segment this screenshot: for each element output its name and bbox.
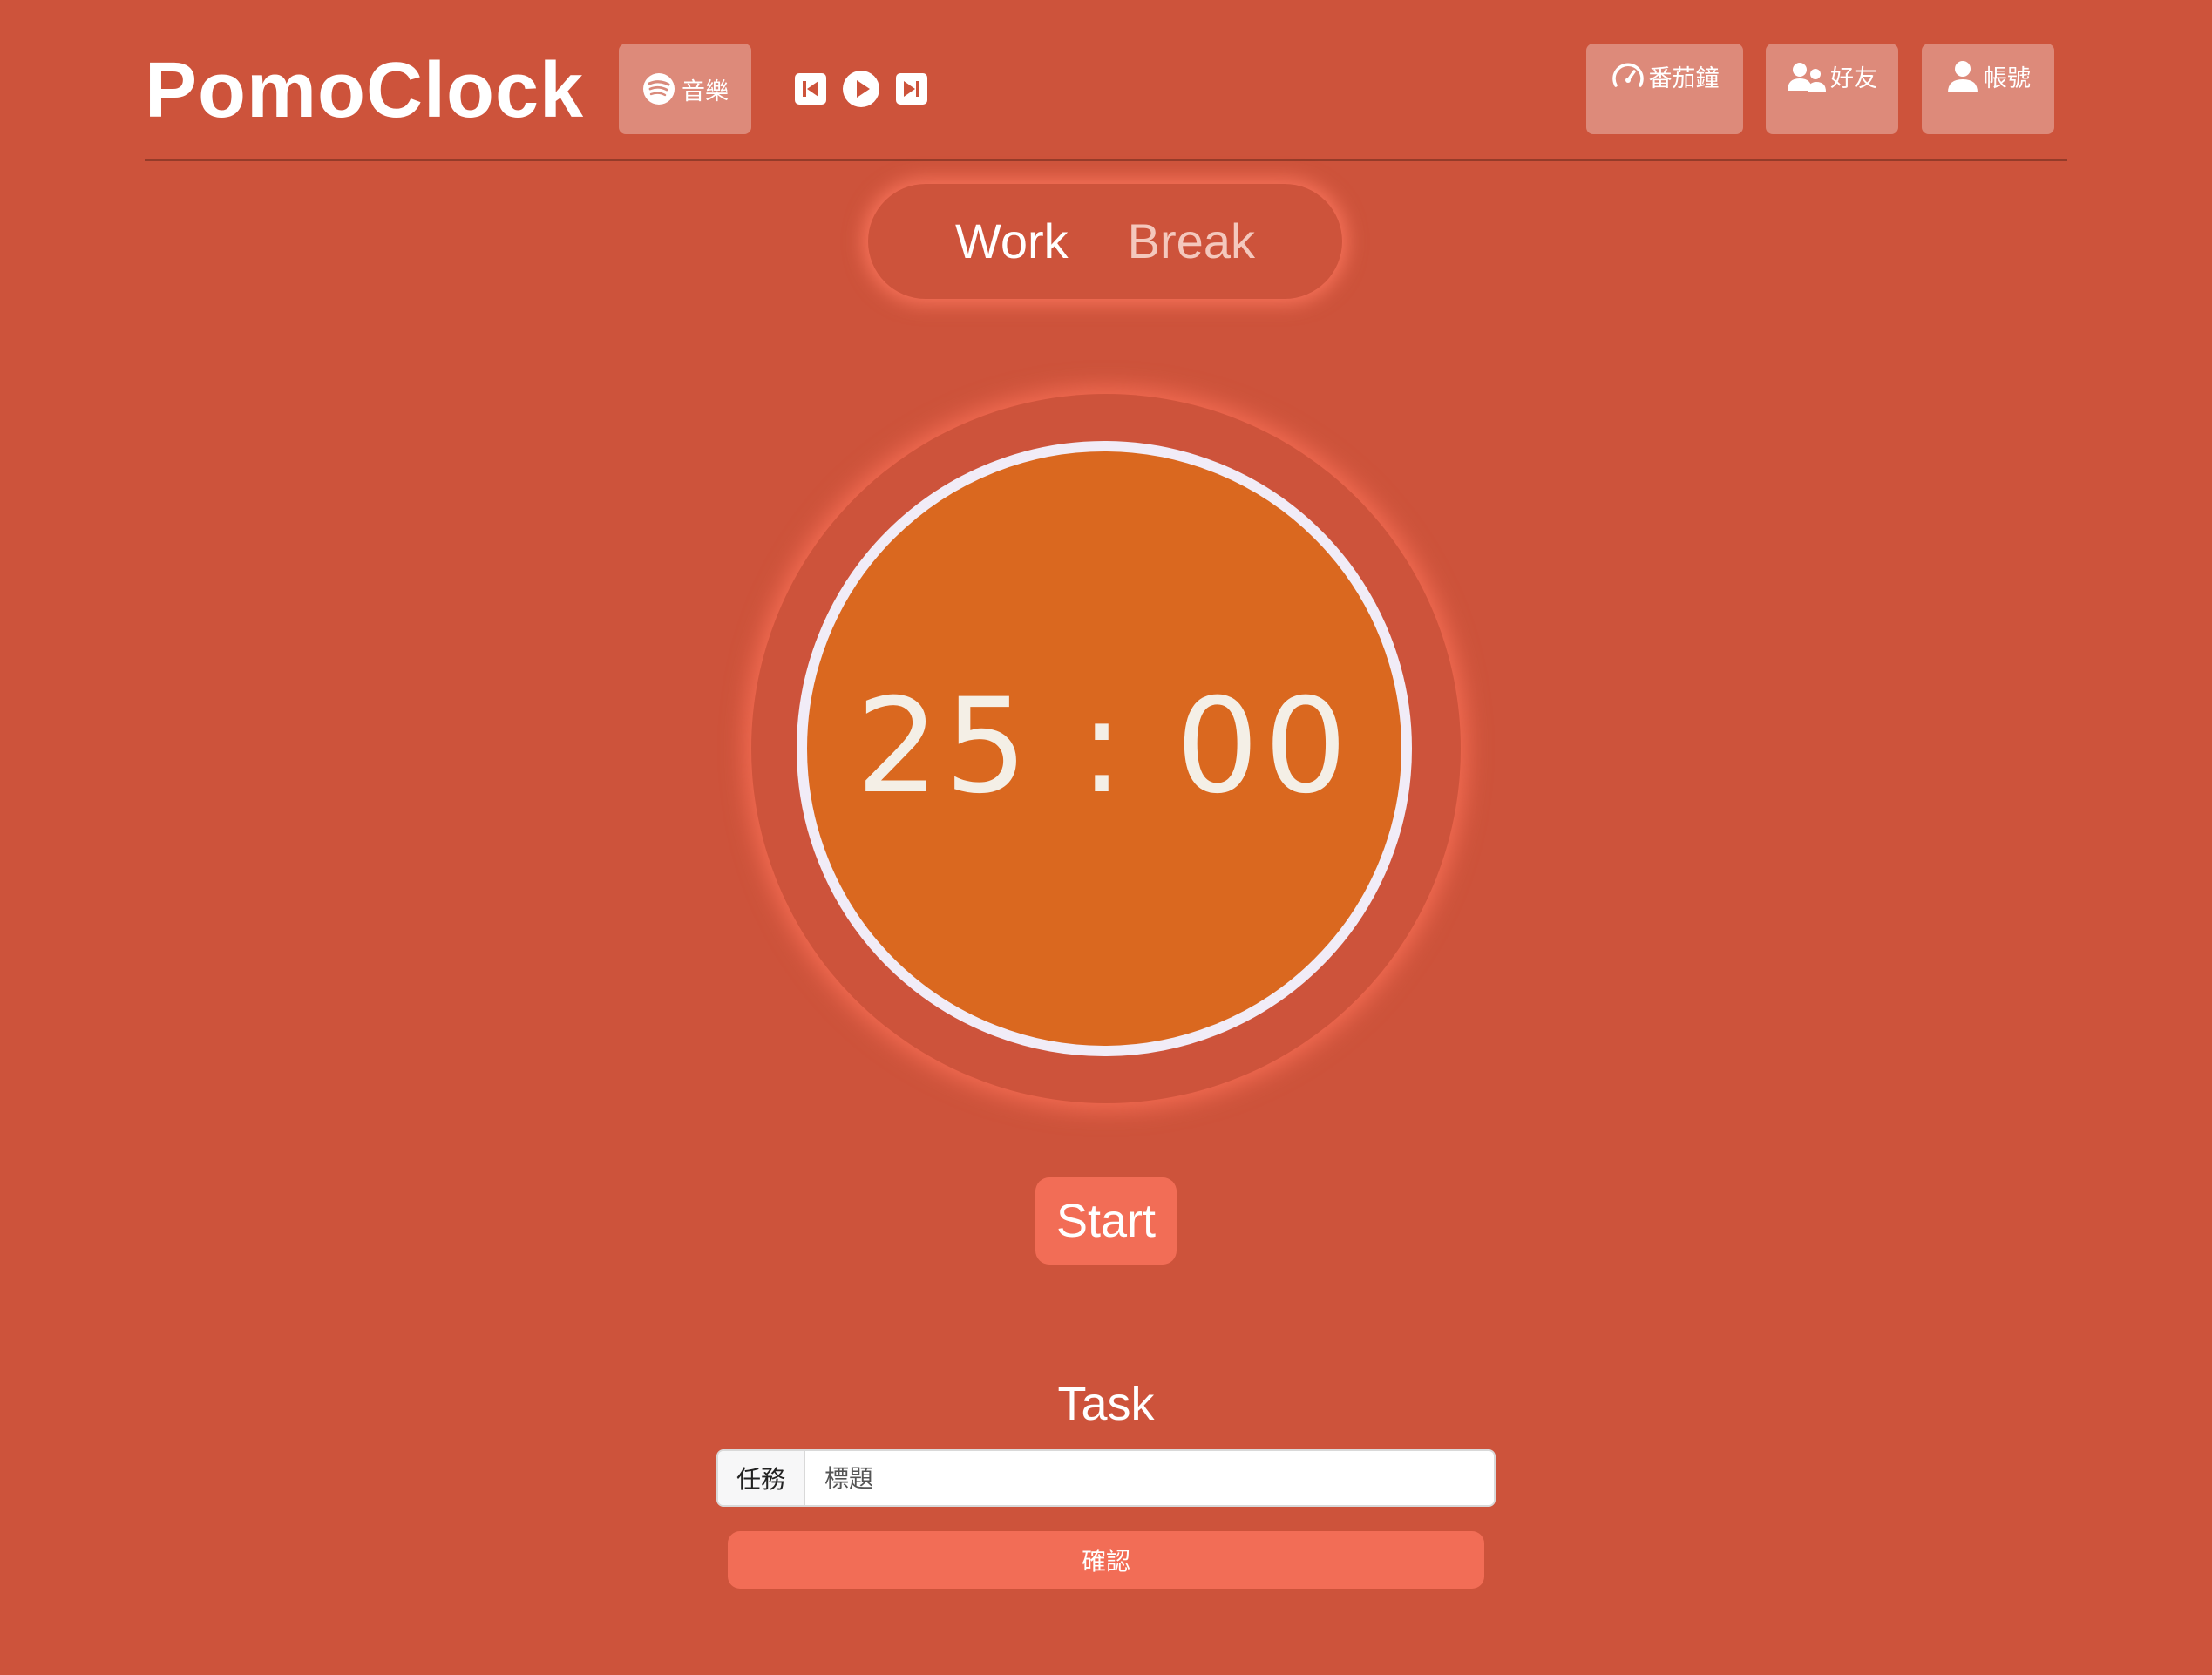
start-button[interactable]: Start — [1035, 1177, 1177, 1265]
play-button[interactable] — [840, 68, 882, 110]
person-icon — [1948, 61, 1978, 92]
brand-logo[interactable]: PomoClock — [145, 45, 584, 136]
music-player-controls — [790, 68, 941, 110]
music-label: 音樂 — [682, 78, 729, 105]
nav-friends-button[interactable]: 好友 — [1766, 44, 1898, 134]
spotify-icon — [643, 73, 675, 105]
timer-display: 25 : 00 — [856, 671, 1353, 823]
nav-pomodoro-button[interactable]: 番茄鐘 — [1586, 44, 1743, 134]
task-title-input[interactable] — [805, 1451, 1494, 1505]
nav-pomodoro-label: 番茄鐘 — [1648, 65, 1720, 92]
skip-back-icon — [795, 73, 826, 105]
nav-account-label: 帳號 — [1984, 65, 2031, 92]
play-circle-icon — [843, 71, 879, 107]
previous-track-button[interactable] — [790, 68, 831, 110]
task-input-group: 任務 — [716, 1449, 1496, 1507]
header-divider — [145, 159, 2067, 161]
skip-forward-icon — [896, 73, 927, 105]
task-prefix-label: 任務 — [718, 1451, 805, 1505]
music-button[interactable]: 音樂 — [619, 44, 751, 134]
task-heading: Task — [1057, 1378, 1155, 1430]
confirm-button[interactable]: 確認 — [728, 1531, 1484, 1589]
nav-friends-label: 好友 — [1830, 65, 1877, 92]
speedometer-icon — [1612, 63, 1644, 87]
mode-toggle: Work Break — [868, 184, 1342, 299]
tab-break[interactable]: Break — [1128, 184, 1255, 299]
next-track-button[interactable] — [891, 68, 933, 110]
nav-account-button[interactable]: 帳號 — [1922, 44, 2054, 134]
tab-work[interactable]: Work — [955, 184, 1069, 299]
navbar: PomoClock 音樂 番茄鐘 好友 帳號 — [145, 44, 2067, 134]
people-icon — [1788, 63, 1826, 92]
timer-face: 25 : 00 — [797, 441, 1412, 1056]
